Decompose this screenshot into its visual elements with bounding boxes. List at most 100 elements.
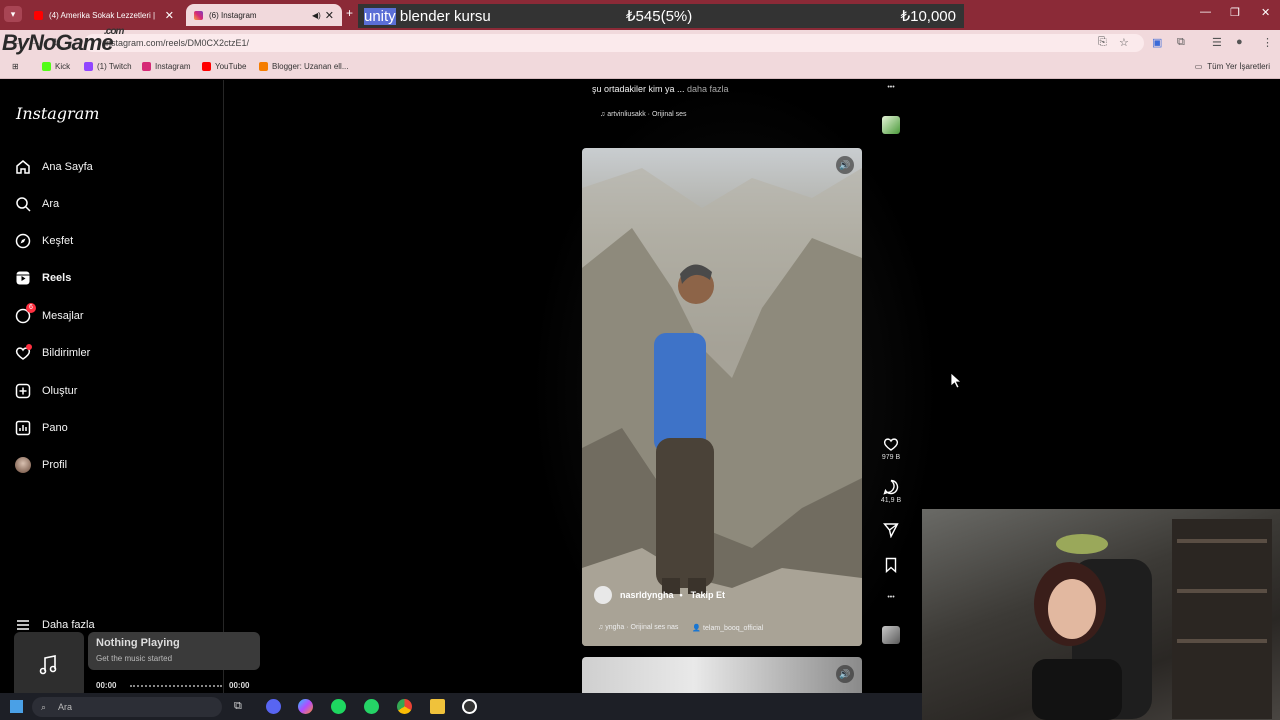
youtube-icon: [34, 10, 43, 20]
player-progress-bar[interactable]: [130, 685, 222, 689]
previous-reel-audio[interactable]: ♫ artvinliusakk · Orijinal ses: [600, 111, 687, 118]
owner-username[interactable]: nasrldyngha: [620, 590, 674, 600]
restore-button[interactable]: ❐: [1230, 6, 1240, 19]
apps-icon[interactable]: ⊞: [12, 62, 19, 71]
url-field[interactable]: instagram.com/reels/DM0CX2ctzE1/: [84, 34, 1144, 52]
share-button[interactable]: [880, 522, 902, 540]
webcam-scene: [1032, 519, 1272, 720]
plus-square-icon: [14, 382, 32, 400]
menu-icon[interactable]: ⋮: [1262, 36, 1273, 49]
tagged-user: telam_booq_official: [703, 625, 764, 632]
comment-icon: [883, 479, 899, 495]
player-title: Nothing Playing: [96, 637, 180, 649]
reel-tagged[interactable]: 👤 telam_booq_official: [692, 624, 763, 632]
previous-reel-more-icon[interactable]: •••: [880, 84, 902, 91]
translate-icon[interactable]: ▣: [1152, 36, 1162, 49]
kick-icon: [42, 62, 51, 71]
sidebar-item-label: Profil: [42, 459, 68, 471]
speaker-icon[interactable]: ◀): [312, 11, 321, 20]
install-icon[interactable]: ⎘: [1098, 36, 1107, 49]
file-explorer-icon[interactable]: [430, 699, 445, 714]
player-time-end: 00:00: [229, 681, 250, 690]
bookmark-youtube[interactable]: YouTube: [202, 62, 246, 71]
tab-youtube[interactable]: (4) Amerika Sokak Lezzetleri | ✕: [26, 4, 182, 26]
bookmark-twitch[interactable]: (1) Twitch: [84, 62, 132, 71]
sidebar-item-search[interactable]: Ara: [14, 194, 59, 214]
sidebar-item-home[interactable]: Ana Sayfa: [14, 157, 93, 177]
sidebar-item-explore[interactable]: Keşfet: [14, 231, 73, 251]
goal-title-highlight: unity: [364, 7, 396, 25]
bookmarks-bar: ⊞ Kick (1) Twitch Instagram YouTube Blog…: [0, 56, 1280, 79]
copilot-icon[interactable]: [298, 699, 313, 714]
next-reel-video[interactable]: 🔊: [582, 657, 862, 697]
sidebar-item-label: Reels: [42, 272, 72, 284]
close-tab-icon[interactable]: ✕: [325, 9, 334, 22]
close-tab-icon[interactable]: ✕: [165, 9, 174, 22]
instagram-logo[interactable]: Instagram: [16, 104, 99, 123]
mouse-cursor-icon: [951, 373, 963, 389]
tab-instagram[interactable]: (6) Instagram ◀) ✕: [186, 4, 342, 26]
bookmark-blogger[interactable]: Blogger: Uzanan ell...: [259, 62, 349, 71]
task-view-icon[interactable]: ⧉: [234, 700, 242, 713]
player-subtitle: Get the music started: [96, 654, 173, 663]
player-time-start: 00:00: [96, 681, 117, 690]
sidebar-item-label: Mesajlar: [42, 310, 84, 322]
audio-label: yngha · Orijinal ses: [605, 624, 666, 631]
volume-icon[interactable]: 🔊: [836, 665, 854, 683]
bookmark-kick[interactable]: Kick: [42, 62, 70, 71]
star-icon[interactable]: ☆: [1119, 36, 1129, 49]
obs-icon[interactable]: [462, 699, 477, 714]
reel-video[interactable]: 🔊 nasrldyngha • Takip Et ♫ yngha · Oriji…: [582, 148, 862, 646]
caption-text: şu ortadakiler kim ya ...: [592, 84, 685, 94]
more-options-icon[interactable]: •••: [880, 594, 902, 601]
minimize-button[interactable]: —: [1200, 6, 1211, 18]
sidebar-item-profile[interactable]: Profil: [14, 455, 67, 475]
audio-thumbnail[interactable]: [882, 626, 900, 644]
comment-button[interactable]: 41,9 B: [880, 479, 902, 504]
folder-icon: ▭: [1194, 62, 1203, 71]
profile-avatar-icon[interactable]: ●: [1236, 36, 1243, 48]
sidebar-item-label: Ana Sayfa: [42, 161, 93, 173]
sidebar-item-label: Bildirimler: [42, 347, 91, 359]
media-player-widget[interactable]: Nothing Playing Get the music started: [88, 632, 260, 670]
close-window-button[interactable]: ✕: [1261, 6, 1270, 19]
extensions-icon[interactable]: ⧉: [1177, 36, 1185, 49]
reel-audio-row: ♫ yngha · Orijinal ses nas 👤 telam_booq_…: [598, 624, 763, 632]
sidebar-item-messages[interactable]: 6 Mesajlar: [14, 303, 84, 326]
music-widget-icon[interactable]: [14, 632, 84, 698]
chrome-icon[interactable]: [397, 699, 412, 714]
caption-more-link[interactable]: daha fazla: [685, 84, 729, 94]
volume-icon[interactable]: 🔊: [836, 156, 854, 174]
tab-label: (4) Amerika Sokak Lezzetleri |: [49, 10, 156, 20]
discord-icon[interactable]: [266, 699, 281, 714]
all-bookmarks[interactable]: ▭ Tüm Yer İşaretleri: [1195, 62, 1270, 71]
heart-icon: [883, 438, 899, 451]
instagram-icon: [194, 10, 203, 20]
bookmark-instagram[interactable]: Instagram: [142, 62, 191, 71]
bookmark-label: YouTube: [215, 62, 247, 71]
taskbar-search[interactable]: ⌕ Ara: [32, 697, 222, 717]
owner-avatar[interactable]: [594, 586, 612, 604]
spotify-icon[interactable]: [331, 699, 346, 714]
previous-audio-thumbnail[interactable]: [882, 116, 900, 134]
save-button[interactable]: [880, 557, 902, 575]
whatsapp-icon[interactable]: [364, 699, 379, 714]
music-note-icon: [39, 655, 57, 675]
new-tab-button[interactable]: +: [346, 6, 353, 20]
sidebar-item-dashboard[interactable]: Pano: [14, 418, 68, 438]
reel-audio[interactable]: ♫ yngha · Orijinal ses nas: [598, 624, 678, 632]
follow-button[interactable]: Takip Et: [691, 590, 725, 600]
notification-dot: [26, 344, 32, 350]
media-icon[interactable]: ☰: [1212, 36, 1222, 49]
watermark-logo: ByNoGame .com: [2, 26, 124, 56]
windows-start-icon[interactable]: [10, 700, 23, 713]
sidebar-item-create[interactable]: Oluştur: [14, 381, 77, 401]
reel-owner-row: nasrldyngha • Takip Et: [594, 586, 725, 604]
tab-search-button[interactable]: ▾: [4, 6, 22, 22]
reels-icon: [14, 269, 32, 287]
sidebar-item-reels[interactable]: Reels: [14, 268, 71, 288]
streamer-webcam: [922, 509, 1280, 720]
sidebar-item-notifications[interactable]: Bildirimler: [14, 343, 90, 363]
compass-icon: [14, 232, 32, 250]
like-button[interactable]: 979 B: [880, 436, 902, 461]
